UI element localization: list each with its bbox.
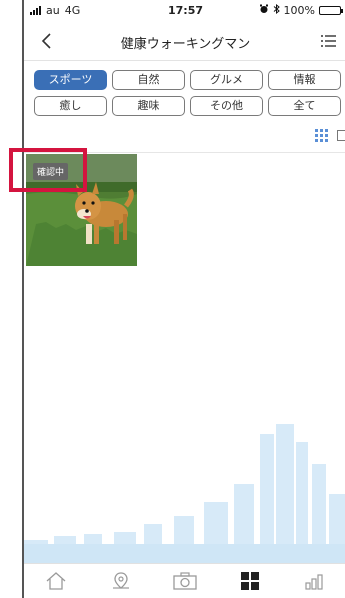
status-bar: au 4G 17:57 100% bbox=[24, 0, 345, 22]
category-chip-info[interactable]: 情報 bbox=[268, 70, 341, 90]
page-title: 健康ウォーキングマン bbox=[120, 37, 251, 52]
list-menu-icon bbox=[321, 35, 336, 47]
grid-view-button[interactable] bbox=[315, 128, 329, 147]
category-row-1: スポーツ 自然 グルメ 情報 bbox=[34, 70, 345, 90]
map-pin-icon bbox=[112, 572, 129, 589]
view-toggles bbox=[315, 128, 345, 147]
home-icon bbox=[46, 572, 66, 590]
grid-view-icon bbox=[315, 129, 328, 142]
menu-button[interactable] bbox=[317, 30, 339, 52]
category-chip-hobby[interactable]: 趣味 bbox=[112, 96, 185, 116]
nav-bar: 健康ウォーキングマン bbox=[24, 22, 345, 61]
category-chip-gourmet[interactable]: グルメ bbox=[190, 70, 263, 90]
tab-home[interactable] bbox=[24, 564, 89, 598]
city-skyline-illustration bbox=[24, 424, 345, 564]
battery-percent: 100% bbox=[283, 4, 315, 17]
category-chip-all[interactable]: 全て bbox=[268, 96, 341, 116]
gallery-photo[interactable]: 確認中 bbox=[26, 154, 137, 266]
category-chip-sports[interactable]: スポーツ bbox=[34, 70, 107, 90]
bar-chart-icon bbox=[305, 574, 323, 590]
camera-icon bbox=[173, 572, 198, 590]
tab-bar bbox=[24, 563, 345, 598]
category-filter: スポーツ 自然 グルメ 情報 癒し 趣味 その他 全て bbox=[34, 70, 345, 122]
list-view-icon bbox=[337, 130, 345, 141]
phone-screen: au 4G 17:57 100% 健康ウォーキングマン スポーツ 自然 グルメ … bbox=[22, 0, 345, 598]
tab-gallery[interactable] bbox=[218, 564, 283, 598]
category-chip-healing[interactable]: 癒し bbox=[34, 96, 107, 116]
list-view-button[interactable] bbox=[337, 128, 345, 147]
content-divider bbox=[24, 152, 345, 153]
alarm-icon bbox=[259, 4, 269, 17]
category-chip-other[interactable]: その他 bbox=[190, 96, 263, 116]
tab-stats[interactable] bbox=[282, 564, 345, 598]
status-right: 100% bbox=[259, 3, 343, 17]
status-badge: 確認中 bbox=[33, 163, 69, 180]
battery-icon bbox=[319, 6, 343, 15]
category-row-2: 癒し 趣味 その他 全て bbox=[34, 96, 345, 116]
bluetooth-icon bbox=[273, 3, 280, 17]
category-chip-nature[interactable]: 自然 bbox=[112, 70, 185, 90]
grid-icon bbox=[241, 572, 260, 590]
tab-map[interactable] bbox=[89, 564, 154, 598]
tab-camera[interactable] bbox=[153, 564, 218, 598]
